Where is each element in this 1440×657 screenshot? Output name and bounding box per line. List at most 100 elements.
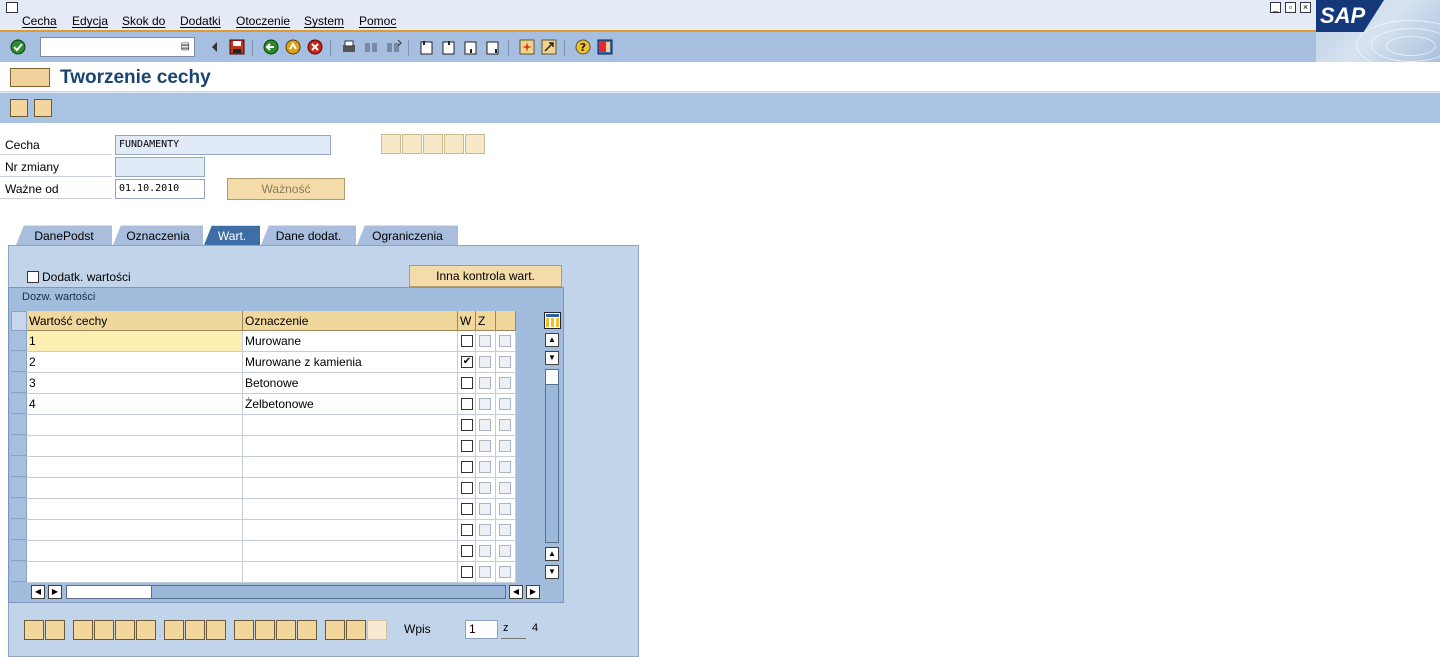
cell-wartosc[interactable] xyxy=(27,478,243,499)
menu-skok-do[interactable]: Skok do xyxy=(122,14,165,28)
row-selector[interactable] xyxy=(11,457,27,477)
cell-oznaczenie[interactable] xyxy=(243,478,458,499)
row-selector[interactable] xyxy=(11,541,27,561)
window-menu-icon[interactable] xyxy=(6,2,18,13)
tab-wart[interactable]: Wart. xyxy=(204,225,260,245)
first-page-icon[interactable] xyxy=(418,38,436,56)
cell-oznaczenie[interactable] xyxy=(243,562,458,583)
menu-system[interactable]: System xyxy=(304,14,344,28)
checkbox-w[interactable] xyxy=(461,503,473,515)
cell-oznaczenie[interactable] xyxy=(243,541,458,562)
scroll-right-button[interactable]: ▶ xyxy=(526,585,540,599)
waznosc-button[interactable]: Ważność xyxy=(227,178,345,200)
cell-wartosc[interactable] xyxy=(27,457,243,478)
cell-wartosc[interactable] xyxy=(27,436,243,457)
cell-wartosc[interactable] xyxy=(27,415,243,436)
scroll-left-button[interactable]: ◀ xyxy=(31,585,45,599)
command-field[interactable]: ▤ xyxy=(40,37,195,57)
scroll-down-page-button[interactable]: ▲ xyxy=(545,547,559,561)
find-icon[interactable] xyxy=(362,38,380,56)
row-selector[interactable] xyxy=(11,331,27,351)
shortcut-icon[interactable] xyxy=(540,38,558,56)
minimize-icon[interactable]: _ xyxy=(1270,2,1281,13)
checkbox-w[interactable] xyxy=(461,524,473,536)
checkbox-w[interactable] xyxy=(461,482,473,494)
checkbox-w[interactable] xyxy=(461,419,473,431)
swap-icon[interactable] xyxy=(297,620,317,640)
row-selector[interactable] xyxy=(11,562,27,582)
menu-cecha[interactable]: Cecha xyxy=(22,14,57,28)
help-icon[interactable]: ? xyxy=(574,38,592,56)
row-selector[interactable] xyxy=(11,436,27,456)
cell-oznaczenie[interactable]: Murowane xyxy=(243,331,458,352)
characteristic-list-icon[interactable] xyxy=(34,99,52,117)
row-selector[interactable] xyxy=(11,352,27,372)
layout-icon[interactable] xyxy=(596,38,614,56)
back-icon[interactable] xyxy=(262,38,280,56)
find-next-icon[interactable] xyxy=(384,38,402,56)
cecha-field[interactable]: FUNDAMENTY xyxy=(115,135,331,155)
checkbox-w[interactable]: ✔ xyxy=(461,356,473,368)
menu-edycja[interactable]: Edycja xyxy=(72,14,108,28)
checkbox-w[interactable] xyxy=(461,398,473,410)
dodatk-checkbox[interactable] xyxy=(27,271,39,283)
close-window-icon[interactable]: × xyxy=(1300,2,1311,13)
row-selector[interactable] xyxy=(11,478,27,498)
document-icon[interactable] xyxy=(276,620,296,640)
col-header-z[interactable]: Z xyxy=(476,311,496,331)
cell-wartosc[interactable]: 2 xyxy=(27,352,243,373)
menu-pomoc[interactable]: Pomoc xyxy=(359,14,396,28)
cell-wartosc[interactable]: 1 xyxy=(27,331,243,352)
undo-icon[interactable] xyxy=(136,620,156,640)
row-selector[interactable] xyxy=(11,373,27,393)
hierarchy-expand-icon[interactable] xyxy=(346,620,366,640)
tab-ograniczenia[interactable]: Ograniczenia xyxy=(357,225,458,245)
filter-icon[interactable] xyxy=(185,620,205,640)
command-dropdown-icon[interactable]: ▤ xyxy=(181,41,190,52)
row-selector[interactable] xyxy=(11,415,27,435)
print-icon[interactable] xyxy=(340,38,358,56)
scroll-up-page-button[interactable]: ▼ xyxy=(545,351,559,365)
hierarchy-icon[interactable] xyxy=(325,620,345,640)
collapse-arrow-icon[interactable] xyxy=(206,38,224,56)
long-text-icon[interactable] xyxy=(255,620,275,640)
cell-oznaczenie[interactable] xyxy=(243,436,458,457)
tab-oznaczenia[interactable]: Oznaczenia xyxy=(113,225,203,245)
checkbox-w[interactable] xyxy=(461,377,473,389)
tab-dane-podst[interactable]: DanePodst xyxy=(16,225,112,245)
enter-icon[interactable] xyxy=(9,38,27,56)
cell-oznaczenie[interactable] xyxy=(243,520,458,541)
col-header-wartosc[interactable]: Wartość cechy xyxy=(27,311,243,331)
select-all-icon[interactable] xyxy=(24,620,44,640)
checkbox-w[interactable] xyxy=(461,461,473,473)
cell-wartosc[interactable]: 4 xyxy=(27,394,243,415)
checkbox-w[interactable] xyxy=(461,566,473,578)
tab-dane-dodat[interactable]: Dane dodat. xyxy=(261,225,356,245)
sort-icon[interactable] xyxy=(164,620,184,640)
cell-oznaczenie[interactable] xyxy=(243,499,458,520)
create-session-icon[interactable] xyxy=(518,38,536,56)
cell-wartosc[interactable] xyxy=(27,541,243,562)
restore-icon[interactable]: ▫ xyxy=(1285,2,1296,13)
copy-row-icon[interactable] xyxy=(115,620,135,640)
scroll-right-start-button[interactable]: ▶ xyxy=(48,585,62,599)
other-characteristic-icon[interactable] xyxy=(10,99,28,117)
inna-kontrola-button[interactable]: Inna kontrola wart. xyxy=(409,265,562,287)
vertical-scroll-track[interactable] xyxy=(545,369,559,543)
cell-oznaczenie[interactable]: Betonowe xyxy=(243,373,458,394)
checkbox-w[interactable] xyxy=(461,545,473,557)
delete-row-icon[interactable] xyxy=(94,620,114,640)
deselect-all-icon[interactable] xyxy=(45,620,65,640)
scroll-bottom-button[interactable]: ▼ xyxy=(545,565,559,579)
find-table-icon[interactable] xyxy=(206,620,226,640)
cell-oznaczenie[interactable]: Murowane z kamienia xyxy=(243,352,458,373)
last-page-icon[interactable] xyxy=(484,38,502,56)
cell-wartosc[interactable]: 3 xyxy=(27,373,243,394)
table-settings-icon[interactable] xyxy=(544,312,561,329)
cell-oznaczenie[interactable] xyxy=(243,415,458,436)
cell-wartosc[interactable] xyxy=(27,562,243,583)
next-page-icon[interactable] xyxy=(462,38,480,56)
edit-text-icon[interactable] xyxy=(234,620,254,640)
scroll-top-button[interactable]: ▲ xyxy=(545,333,559,347)
checkbox-w[interactable] xyxy=(461,335,473,347)
